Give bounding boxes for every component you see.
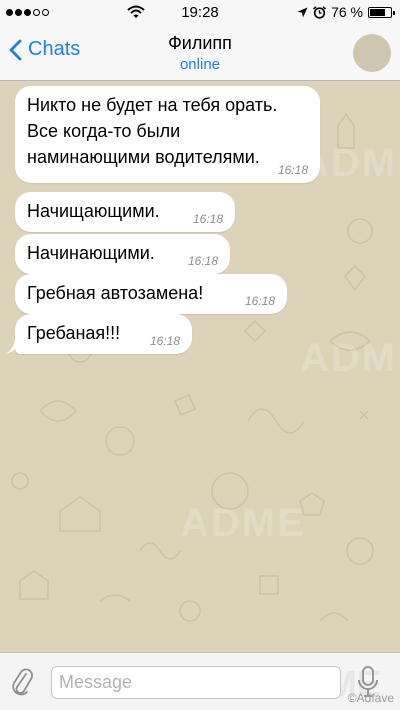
contact-status: online [179, 56, 221, 73]
navigation-header: 19:28 76 % Chats Филипп online [0, 0, 400, 81]
chat-area[interactable]: ADME ADME ADME Никто не будет на тебя ор… [0, 81, 400, 652]
status-right-group: 76 % [297, 4, 395, 20]
alarm-clock-icon [313, 5, 327, 19]
message-time: 16:18 [277, 163, 308, 177]
message-time: 16:18 [192, 212, 223, 226]
bubble-tail [6, 340, 20, 354]
message-bubble[interactable]: Никто не будет на тебя орать. Все когда-… [15, 86, 320, 183]
message-bubble[interactable]: Гребная автозамена! 16:18 [15, 274, 287, 314]
paperclip-icon[interactable] [10, 665, 34, 697]
message-input[interactable] [51, 666, 341, 699]
message-input-bar: ADME ©Adfave [0, 652, 400, 710]
message-text: Никто не будет на тебя орать. Все когда-… [27, 95, 278, 167]
watermark: ADME [180, 501, 306, 545]
battery-percent: 76 % [331, 4, 363, 20]
message-bubble[interactable]: Начинающими. 16:18 [15, 234, 230, 274]
message-time: 16:18 [149, 334, 180, 348]
contact-name[interactable]: Филипп [0, 33, 400, 54]
message-time: 16:18 [187, 254, 218, 268]
avatar[interactable] [353, 34, 391, 72]
location-arrow-icon [297, 7, 308, 17]
credit-watermark: ©Adfave [347, 691, 394, 705]
battery-level [370, 8, 386, 16]
message-text: Гребная автозамена! [27, 283, 204, 303]
battery-icon [368, 6, 395, 18]
status-bar: 19:28 76 % [0, 0, 400, 26]
message-bubble[interactable]: Начищающими. 16:18 [15, 192, 235, 232]
message-bubble[interactable]: Гребаная!!! 16:18 [15, 314, 192, 354]
message-time: 16:18 [244, 294, 275, 308]
watermark: ADME [300, 336, 400, 380]
